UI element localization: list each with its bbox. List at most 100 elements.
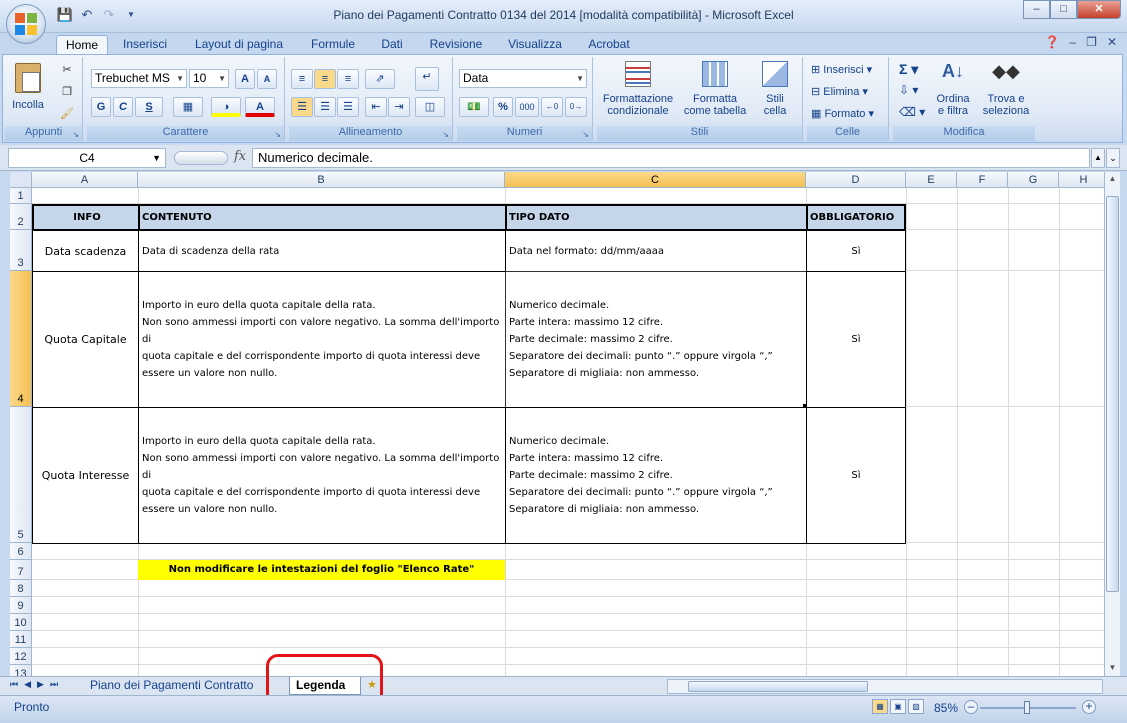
cell-styles-button[interactable]: Stili cella [753,61,797,125]
cell-d5[interactable]: Sì [806,407,906,544]
grow-font-button[interactable]: A [235,69,255,89]
percent-button[interactable]: % [493,97,513,117]
sort-filter-button[interactable]: A↓ Ordina e filtra [929,61,977,125]
italic-button[interactable]: C [113,97,133,117]
col-header-c[interactable]: C [505,172,806,188]
cell-c4-selected[interactable]: Numerico decimale. Parte intera: massimo… [505,271,807,408]
col-header-d[interactable]: D [806,172,906,188]
wrap-text-button[interactable]: ↵ [415,67,439,91]
horizontal-scrollbar[interactable] [667,679,1103,694]
cell-c3[interactable]: Data nel formato: dd/mm/aaaa [505,230,807,272]
launcher-icon[interactable]: ↘ [582,130,589,139]
scroll-down-icon[interactable]: ▼ [1105,661,1120,675]
note-cell-b7[interactable]: Non modificare le intestazioni del fogli… [138,560,505,580]
orientation-button[interactable]: ⇗ [365,69,395,89]
name-box[interactable]: C4 ▼ [8,148,166,168]
launcher-icon[interactable]: ↘ [274,130,281,139]
cell-a3[interactable]: Data scadenza [32,230,139,272]
header-obbligatorio[interactable]: OBBLIGATORIO [806,204,906,231]
increase-decimal-button[interactable]: ←0 [541,97,563,117]
cell-c5[interactable]: Numerico decimale. Parte intera: massimo… [505,407,807,544]
col-header-a[interactable]: A [32,172,138,188]
next-sheet-icon[interactable]: ▶ [37,679,44,690]
cell-b4[interactable]: Importo in euro della quota capitale del… [138,271,506,408]
bold-button[interactable]: G [91,97,111,117]
insert-cells-button[interactable]: ⊞ Inserisci ▾ [811,63,872,76]
font-name-select[interactable]: Trebuchet MS ▼ [91,69,187,88]
help-icon[interactable]: ❓ [1045,35,1060,49]
row-header[interactable]: 9 [10,597,32,614]
save-icon[interactable]: 💾 [56,6,74,24]
format-as-table-button[interactable]: Formatta come tabella [679,61,751,125]
currency-button[interactable]: 💵 [459,97,489,117]
doc-restore-icon[interactable]: ❐ [1086,35,1097,49]
row-header[interactable]: 6 [10,543,32,560]
row-header[interactable]: 3 [10,230,32,271]
doc-minimize-icon[interactable]: – [1069,35,1076,49]
align-bottom-button[interactable]: ≡ [337,69,359,89]
underline-button[interactable]: S [135,97,163,117]
row-header[interactable]: 7 [10,560,32,580]
zoom-in-icon[interactable]: + [1082,700,1096,714]
header-tipo-dato[interactable]: TIPO DATO [505,204,807,231]
col-header-h[interactable]: H [1059,172,1104,188]
launcher-icon[interactable]: ↘ [442,130,449,139]
row-header[interactable]: 8 [10,580,32,597]
zoom-out-icon[interactable]: – [964,700,978,714]
cell-a4[interactable]: Quota Capitale [32,271,139,408]
cell-b3[interactable]: Data di scadenza della rata [138,230,506,272]
vertical-scrollbar[interactable]: ▲ ▼ [1104,172,1120,676]
page-break-view-icon[interactable]: ▧ [908,699,924,714]
align-left-button[interactable]: ☰ [291,97,313,117]
decrease-decimal-button[interactable]: 0→ [565,97,587,117]
find-select-button[interactable]: ◆◆ Trova e seleziona [981,61,1031,125]
tab-inserisci[interactable]: Inserisci [114,35,176,54]
maximize-button[interactable]: □ [1050,0,1077,19]
scroll-up-icon[interactable]: ▲ [1105,172,1120,186]
row-header[interactable]: 11 [10,631,32,648]
cell-a5[interactable]: Quota Interesse [32,407,139,544]
formula-scroll-icon[interactable]: ▲ [1091,148,1105,168]
select-all-corner[interactable] [10,172,32,188]
fill-color-button[interactable]: ◑ [211,97,241,117]
doc-close-icon[interactable]: ✕ [1107,35,1117,49]
insert-sheet-icon[interactable]: ★ [362,678,382,694]
normal-view-icon[interactable]: ▦ [872,699,888,714]
horizontal-scroll-thumb[interactable] [688,681,868,692]
paste-button[interactable]: Incolla [11,61,45,123]
align-top-button[interactable]: ≡ [291,69,313,89]
font-color-button[interactable]: A [245,97,275,117]
prev-sheet-icon[interactable]: ◀ [24,679,31,690]
cell-d4[interactable]: Sì [806,271,906,408]
col-header-f[interactable]: F [957,172,1008,188]
increase-indent-button[interactable]: ⇥ [388,97,410,117]
formula-bar-splitter[interactable] [174,151,228,165]
cell-d3[interactable]: Sì [806,230,906,272]
delete-cells-button[interactable]: ⊟ Elimina ▾ [811,85,868,98]
number-format-select[interactable]: Data ▼ [459,69,587,88]
zoom-slider-handle[interactable] [1024,701,1030,714]
expand-formula-icon[interactable]: ⌄ [1106,148,1120,168]
row-header[interactable]: 13 [10,665,32,676]
zoom-level[interactable]: 85% [934,701,958,715]
row-header[interactable]: 4 [10,271,32,407]
borders-button[interactable]: ▦ [173,97,203,117]
col-header-e[interactable]: E [906,172,957,188]
tab-revisione[interactable]: Revisione [422,35,490,54]
undo-icon[interactable]: ↶ [78,6,96,24]
tab-layout[interactable]: Layout di pagina [188,35,290,54]
autosum-icon[interactable]: Σ ▾ [899,61,918,78]
conditional-formatting-button[interactable]: Formattazione condizionale [599,61,677,125]
clear-icon[interactable]: ⌫ ▾ [899,105,925,119]
row-header[interactable]: 5 [10,407,32,543]
format-painter-icon[interactable]: 🖌 [59,107,75,123]
cell-b5[interactable]: Importo in euro della quota capitale del… [138,407,506,544]
tab-dati[interactable]: Dati [372,35,412,54]
insert-function-icon[interactable]: fx [234,149,246,164]
vertical-scroll-thumb[interactable] [1106,196,1119,592]
decrease-indent-button[interactable]: ⇤ [365,97,387,117]
shrink-font-button[interactable]: A [257,69,277,89]
tab-visualizza[interactable]: Visualizza [500,35,570,54]
col-header-g[interactable]: G [1008,172,1059,188]
font-size-select[interactable]: 10 ▼ [189,69,229,88]
